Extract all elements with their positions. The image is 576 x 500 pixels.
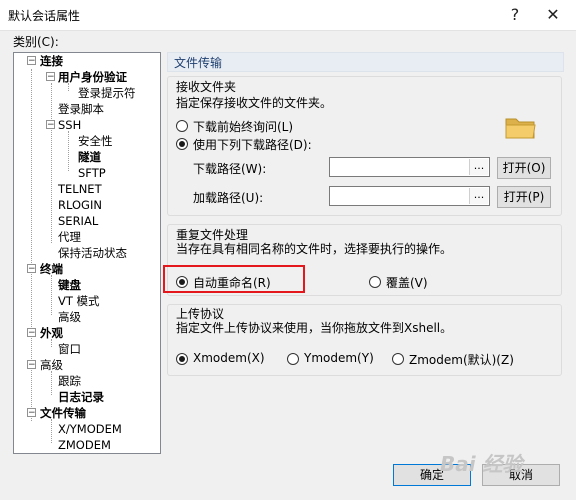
collapse-icon[interactable]: − — [46, 120, 55, 130]
upload-path-label: 加载路径(U): — [193, 191, 264, 205]
receive-folder-desc: 指定保存接收文件的文件夹。 — [176, 96, 333, 110]
ask-before-download-label[interactable]: 下载前始终询问(L) — [193, 118, 293, 135]
window-title: 默认会话属性 — [8, 9, 81, 23]
category-tree[interactable]: − 连接 − 用户身份验证 登录提示符 登录脚本 − SSH 安全性 隧道 SF… — [13, 52, 161, 454]
tree-item-sftp[interactable]: SFTP — [78, 165, 106, 181]
section-header: 文件传输 — [167, 52, 564, 72]
ymodem-label[interactable]: Ymodem(Y) — [304, 351, 374, 365]
tree-item-zmodem[interactable]: ZMODEM — [58, 437, 111, 453]
tree-item-user-auth[interactable]: 用户身份验证 — [58, 69, 127, 85]
zmodem-radio[interactable] — [392, 353, 404, 365]
upload-path-browse-button[interactable]: ... — [469, 188, 488, 204]
tree-item-ssh[interactable]: SSH — [58, 117, 81, 133]
tree-item-appearance[interactable]: 外观 — [40, 325, 63, 341]
zmodem-label[interactable]: Zmodem(默认)(Z) — [409, 351, 514, 368]
use-download-path-radio[interactable] — [176, 138, 188, 150]
xmodem-radio[interactable] — [176, 353, 188, 365]
download-path-label: 下载路径(W): — [193, 162, 267, 176]
download-path-browse-button[interactable]: ... — [469, 159, 488, 175]
collapse-icon[interactable]: − — [46, 72, 55, 82]
tree-item-advanced[interactable]: 高级 — [58, 309, 81, 325]
duplicate-file-desc: 当存在具有相同名称的文件时，选择要执行的操作。 — [176, 242, 453, 256]
tree-item-vt-mode[interactable]: VT 模式 — [58, 293, 100, 309]
ymodem-radio[interactable] — [287, 353, 299, 365]
overwrite-radio[interactable] — [369, 276, 381, 288]
tree-item-connection[interactable]: 连接 — [40, 53, 63, 69]
use-download-path-label[interactable]: 使用下列下载路径(D): — [193, 136, 312, 153]
folder-icon — [504, 114, 538, 140]
tree-item-window[interactable]: 窗口 — [58, 341, 81, 357]
watermark-logo: Bai 经验 — [440, 452, 523, 476]
collapse-icon[interactable]: − — [27, 360, 36, 370]
tree-item-keepalive[interactable]: 保持活动状态 — [58, 245, 127, 261]
help-button[interactable]: ? — [496, 0, 534, 30]
tree-item-logging[interactable]: 日志记录 — [58, 389, 104, 405]
tree-item-keyboard[interactable]: 键盘 — [58, 277, 81, 293]
tree-item-login-script[interactable]: 登录脚本 — [58, 101, 104, 117]
tree-item-file-transfer[interactable]: 文件传输 — [40, 405, 86, 421]
highlight-box — [163, 265, 305, 293]
category-label: 类别(C): — [13, 35, 59, 49]
tree-item-advanced-2[interactable]: 高级 — [40, 357, 63, 373]
tree-item-xymodem[interactable]: X/YMODEM — [58, 421, 122, 437]
title-bar: 默认会话属性 ? ✕ — [0, 0, 576, 31]
upload-protocol-desc: 指定文件上传协议来使用，当你拖放文件到Xshell。 — [176, 321, 453, 335]
tree-item-rlogin[interactable]: RLOGIN — [58, 197, 102, 213]
tree-item-login-prompt[interactable]: 登录提示符 — [78, 85, 136, 101]
open-download-button[interactable]: 打开(O) — [497, 157, 551, 179]
collapse-icon[interactable]: − — [27, 328, 36, 338]
tree-item-tunnel[interactable]: 隧道 — [78, 149, 101, 165]
upload-path-input[interactable]: ... — [329, 186, 490, 206]
tree-item-trace[interactable]: 跟踪 — [58, 373, 81, 389]
tree-item-proxy[interactable]: 代理 — [58, 229, 81, 245]
tree-item-telnet[interactable]: TELNET — [58, 181, 102, 197]
tree-item-serial[interactable]: SERIAL — [58, 213, 98, 229]
ask-before-download-radio[interactable] — [176, 120, 188, 132]
collapse-icon[interactable]: − — [27, 408, 36, 418]
download-path-input[interactable]: ... — [329, 157, 490, 177]
open-upload-button[interactable]: 打开(P) — [497, 186, 551, 208]
close-button[interactable]: ✕ — [534, 0, 572, 30]
receive-folder-title: 接收文件夹 — [176, 80, 237, 94]
xmodem-label[interactable]: Xmodem(X) — [193, 351, 265, 365]
collapse-icon[interactable]: − — [27, 264, 36, 274]
tree-item-security[interactable]: 安全性 — [78, 133, 113, 149]
collapse-icon[interactable]: − — [27, 56, 36, 66]
overwrite-label[interactable]: 覆盖(V) — [386, 274, 428, 291]
section-header-title: 文件传输 — [174, 56, 223, 70]
tree-item-terminal[interactable]: 终端 — [40, 261, 63, 277]
